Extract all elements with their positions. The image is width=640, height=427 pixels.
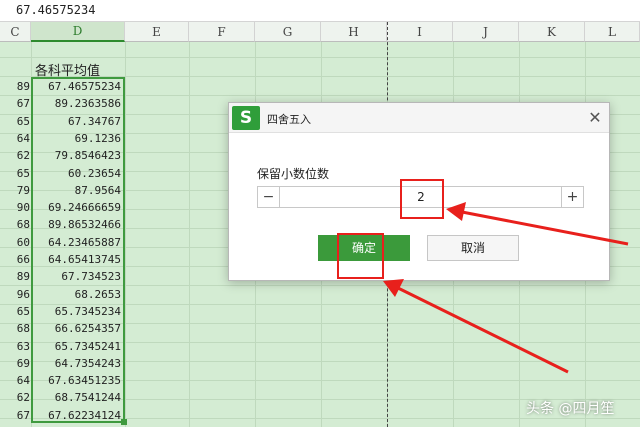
decimal-places-label: 保留小数位数	[257, 167, 330, 181]
cell-c-value[interactable]: 67	[0, 409, 30, 422]
col-header-d[interactable]: D	[31, 22, 125, 42]
annotation-box-ok	[337, 233, 384, 279]
decrement-button[interactable]: −	[258, 187, 280, 207]
fill-handle[interactable]	[121, 419, 127, 425]
cell-c-value[interactable]: 69	[0, 357, 30, 370]
cancel-button[interactable]: 取消	[427, 235, 519, 261]
cell-c-value[interactable]: 65	[0, 167, 30, 180]
cell-c-value[interactable]: 68	[0, 322, 30, 335]
annotation-box-input	[400, 179, 444, 219]
col-header-j[interactable]: J	[453, 22, 519, 42]
col-header-l[interactable]: L	[585, 22, 640, 42]
watermark: 头条 @四月笙	[526, 401, 615, 417]
col-header-i[interactable]: I	[387, 22, 453, 42]
cell-c-value[interactable]: 68	[0, 218, 30, 231]
cell-c-value[interactable]: 64	[0, 374, 30, 387]
selection-range	[31, 77, 125, 423]
dialog-title: 四舍五入	[267, 113, 311, 126]
dialog-titlebar[interactable]: S 四舍五入 ✕	[229, 103, 609, 133]
formula-bar[interactable]: 67.46575234	[0, 0, 640, 22]
cell-c-value[interactable]: 90	[0, 201, 30, 214]
col-header-f[interactable]: F	[189, 22, 255, 42]
cell-c-value[interactable]: 96	[0, 288, 30, 301]
cell-c-value[interactable]: 67	[0, 97, 30, 110]
wps-logo-icon: S	[232, 106, 260, 130]
col-header-h[interactable]: H	[321, 22, 387, 42]
col-header-c[interactable]: C	[0, 22, 31, 42]
cell-c-value[interactable]: 65	[0, 305, 30, 318]
cell-c-value[interactable]: 89	[0, 270, 30, 283]
cell-c-value[interactable]: 62	[0, 391, 30, 404]
cell-c-value[interactable]: 79	[0, 184, 30, 197]
close-icon[interactable]: ✕	[585, 108, 605, 128]
cell-c-value[interactable]: 62	[0, 149, 30, 162]
cell-c-value[interactable]: 89	[0, 80, 30, 93]
cell-c-value[interactable]: 64	[0, 132, 30, 145]
cell-c-value[interactable]: 66	[0, 253, 30, 266]
formula-value[interactable]: 67.46575234	[16, 3, 95, 17]
col-header-e[interactable]: E	[125, 22, 189, 42]
cell-c-value[interactable]: 65	[0, 115, 30, 128]
col-header-k[interactable]: K	[519, 22, 585, 42]
cell-c-value[interactable]: 60	[0, 236, 30, 249]
col-header-g[interactable]: G	[255, 22, 321, 42]
increment-button[interactable]: +	[561, 187, 583, 207]
cell-c-value[interactable]: 63	[0, 340, 30, 353]
